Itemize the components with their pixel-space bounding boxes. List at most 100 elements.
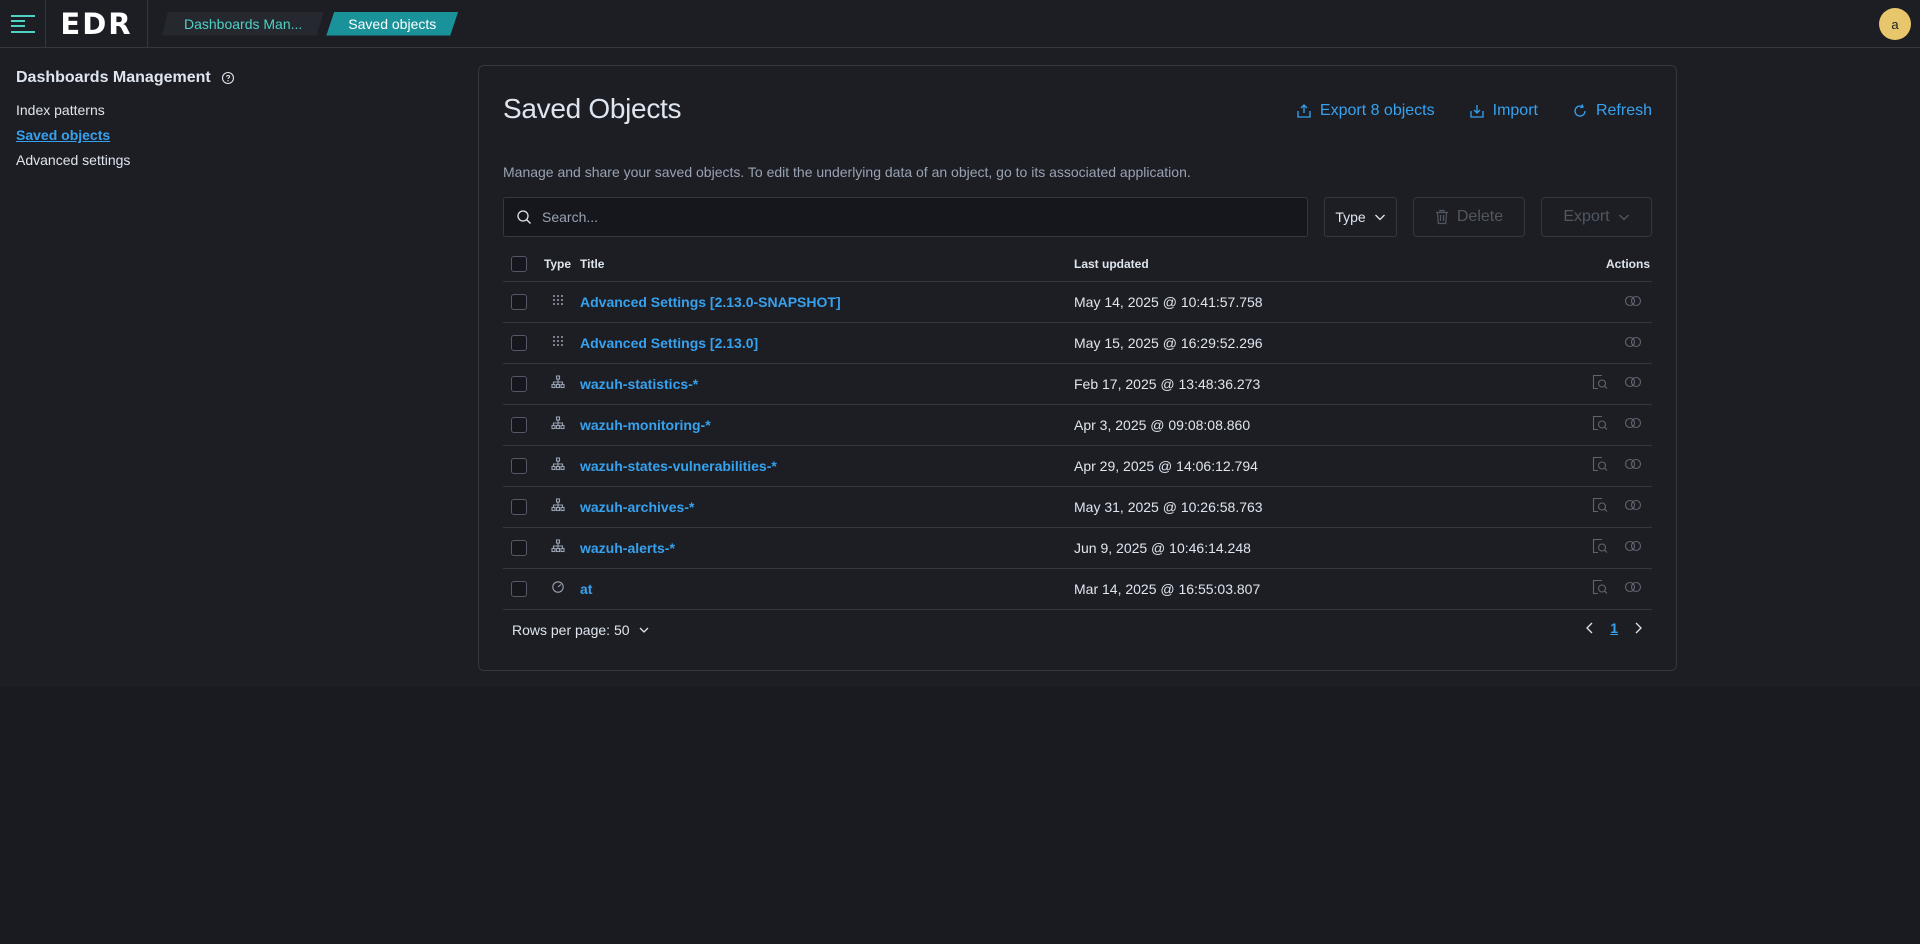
type-filter-button[interactable]: Type bbox=[1324, 197, 1397, 237]
rows-per-page-button[interactable]: Rows per page: 50 bbox=[512, 622, 650, 638]
row-actions bbox=[1592, 456, 1642, 472]
row-select-cell bbox=[503, 281, 535, 323]
inspect-icon[interactable] bbox=[1592, 538, 1608, 554]
row-title-link[interactable]: wazuh-states-vulnerabilities-* bbox=[580, 445, 1074, 487]
column-header-type[interactable]: Type bbox=[535, 247, 580, 282]
relationships-icon[interactable] bbox=[1624, 581, 1642, 593]
chevron-right-icon[interactable] bbox=[1632, 621, 1644, 635]
inspect-icon[interactable] bbox=[1592, 497, 1608, 513]
row-select-cell bbox=[503, 404, 535, 446]
delete-button[interactable]: Delete bbox=[1413, 197, 1525, 237]
relationships-icon[interactable] bbox=[1624, 336, 1642, 348]
row-checkbox[interactable] bbox=[511, 376, 527, 393]
index-pattern-icon bbox=[550, 457, 565, 474]
row-checkbox[interactable] bbox=[511, 294, 527, 311]
row-type-cell bbox=[535, 527, 580, 569]
row-actions-cell bbox=[1554, 486, 1652, 528]
refresh-button[interactable]: Refresh bbox=[1572, 102, 1652, 120]
row-checkbox[interactable] bbox=[511, 335, 527, 352]
row-checkbox[interactable] bbox=[511, 540, 527, 557]
dashboard-icon bbox=[551, 580, 565, 597]
row-actions-cell bbox=[1554, 322, 1652, 364]
refresh-label: Refresh bbox=[1595, 102, 1652, 119]
chevron-down-icon bbox=[1618, 214, 1629, 221]
row-type-cell bbox=[535, 322, 580, 364]
sidebar-item-index-patterns[interactable]: Index patterns bbox=[16, 98, 316, 123]
row-select-cell bbox=[503, 363, 535, 405]
app-logo[interactable]: EDR bbox=[46, 0, 148, 48]
sidebar-item-advanced-settings[interactable]: Advanced settings bbox=[16, 148, 316, 173]
export-all-button[interactable]: Export 8 objects bbox=[1296, 102, 1435, 120]
row-checkbox[interactable] bbox=[511, 417, 527, 434]
hamburger-icon bbox=[10, 14, 35, 33]
table-row: wazuh-alerts-* Jun 9, 2025 @ 10:46:14.248 bbox=[503, 527, 1652, 569]
row-type-cell bbox=[535, 568, 580, 610]
help-icon[interactable] bbox=[221, 71, 235, 85]
relationships-icon[interactable] bbox=[1624, 499, 1642, 511]
inspect-icon[interactable] bbox=[1592, 374, 1608, 390]
page-number-current[interactable]: 1 bbox=[1610, 620, 1618, 636]
column-header-actions: Actions bbox=[1554, 247, 1652, 282]
user-avatar[interactable]: a bbox=[1879, 8, 1911, 40]
row-checkbox[interactable] bbox=[511, 581, 527, 598]
import-button[interactable]: Import bbox=[1469, 102, 1538, 120]
chevron-left-icon[interactable] bbox=[1584, 621, 1596, 635]
search-input[interactable] bbox=[542, 209, 1302, 225]
sidebar-item-saved-objects[interactable]: Saved objects bbox=[16, 123, 316, 148]
row-select-cell bbox=[503, 486, 535, 528]
delete-label: Delete bbox=[1456, 208, 1504, 225]
row-type-cell bbox=[535, 281, 580, 323]
toolbar: Type Delete Export bbox=[503, 197, 1652, 237]
export-button[interactable]: Export bbox=[1541, 197, 1652, 237]
row-title-link[interactable]: Advanced Settings [2.13.0-SNAPSHOT] bbox=[580, 281, 1074, 323]
row-last-updated: Jun 9, 2025 @ 10:46:14.248 bbox=[1074, 527, 1554, 569]
relationships-icon[interactable] bbox=[1624, 540, 1642, 552]
sidebar-nav: Index patterns Saved objects Advanced se… bbox=[16, 98, 316, 173]
breadcrumb-dashboards-management[interactable]: Dashboards Man... bbox=[162, 12, 324, 36]
inspect-icon[interactable] bbox=[1592, 415, 1608, 431]
index-pattern-icon bbox=[550, 375, 565, 392]
row-actions-cell bbox=[1554, 404, 1652, 446]
config-icon bbox=[551, 293, 565, 310]
row-actions bbox=[1592, 538, 1642, 554]
inspect-icon[interactable] bbox=[1592, 456, 1608, 472]
export-label: Export bbox=[1563, 208, 1610, 225]
row-last-updated: Mar 14, 2025 @ 16:55:03.807 bbox=[1074, 568, 1554, 610]
row-title-link[interactable]: Advanced Settings [2.13.0] bbox=[580, 322, 1074, 364]
row-title-link[interactable]: wazuh-monitoring-* bbox=[580, 404, 1074, 446]
column-header-last-updated[interactable]: Last updated bbox=[1074, 247, 1554, 282]
menu-button[interactable] bbox=[0, 0, 46, 48]
row-title-link[interactable]: wazuh-alerts-* bbox=[580, 527, 1074, 569]
relationships-icon[interactable] bbox=[1624, 376, 1642, 388]
row-title-link[interactable]: wazuh-archives-* bbox=[580, 486, 1074, 528]
table-header-row: Type Title Last updated Actions bbox=[503, 247, 1652, 282]
sidebar: Dashboards Management Index patterns Sav… bbox=[16, 69, 316, 173]
row-actions-cell bbox=[1554, 527, 1652, 569]
row-actions bbox=[1592, 374, 1642, 390]
row-checkbox[interactable] bbox=[511, 458, 527, 475]
trash-icon bbox=[1435, 209, 1448, 225]
row-actions-cell bbox=[1554, 568, 1652, 610]
relationships-icon[interactable] bbox=[1624, 458, 1642, 470]
column-header-title[interactable]: Title bbox=[580, 247, 1074, 282]
table-row: wazuh-statistics-* Feb 17, 2025 @ 13:48:3… bbox=[503, 363, 1652, 405]
table-row: wazuh-states-vulnerabilities-* Apr 29, 20… bbox=[503, 445, 1652, 487]
pagination: 1 bbox=[1584, 620, 1644, 636]
table-row: Advanced Settings [2.13.0-SNAPSHOT] May 1… bbox=[503, 281, 1652, 323]
row-select-cell bbox=[503, 527, 535, 569]
config-icon bbox=[551, 334, 565, 351]
row-title-link[interactable]: wazuh-statistics-* bbox=[580, 363, 1074, 405]
row-checkbox[interactable] bbox=[511, 499, 527, 516]
row-select-cell bbox=[503, 322, 535, 364]
row-type-cell bbox=[535, 445, 580, 487]
sidebar-title-row: Dashboards Management bbox=[16, 69, 316, 87]
row-title-link[interactable]: at bbox=[580, 568, 1074, 610]
inspect-icon[interactable] bbox=[1592, 579, 1608, 595]
row-last-updated: Apr 29, 2025 @ 14:06:12.794 bbox=[1074, 445, 1554, 487]
relationships-icon[interactable] bbox=[1624, 295, 1642, 307]
select-all-checkbox[interactable] bbox=[511, 255, 527, 272]
row-actions bbox=[1592, 497, 1642, 513]
relationships-icon[interactable] bbox=[1624, 417, 1642, 429]
saved-objects-table: Type Title Last updated Actions Advanced… bbox=[503, 247, 1652, 610]
row-type-cell bbox=[535, 363, 580, 405]
